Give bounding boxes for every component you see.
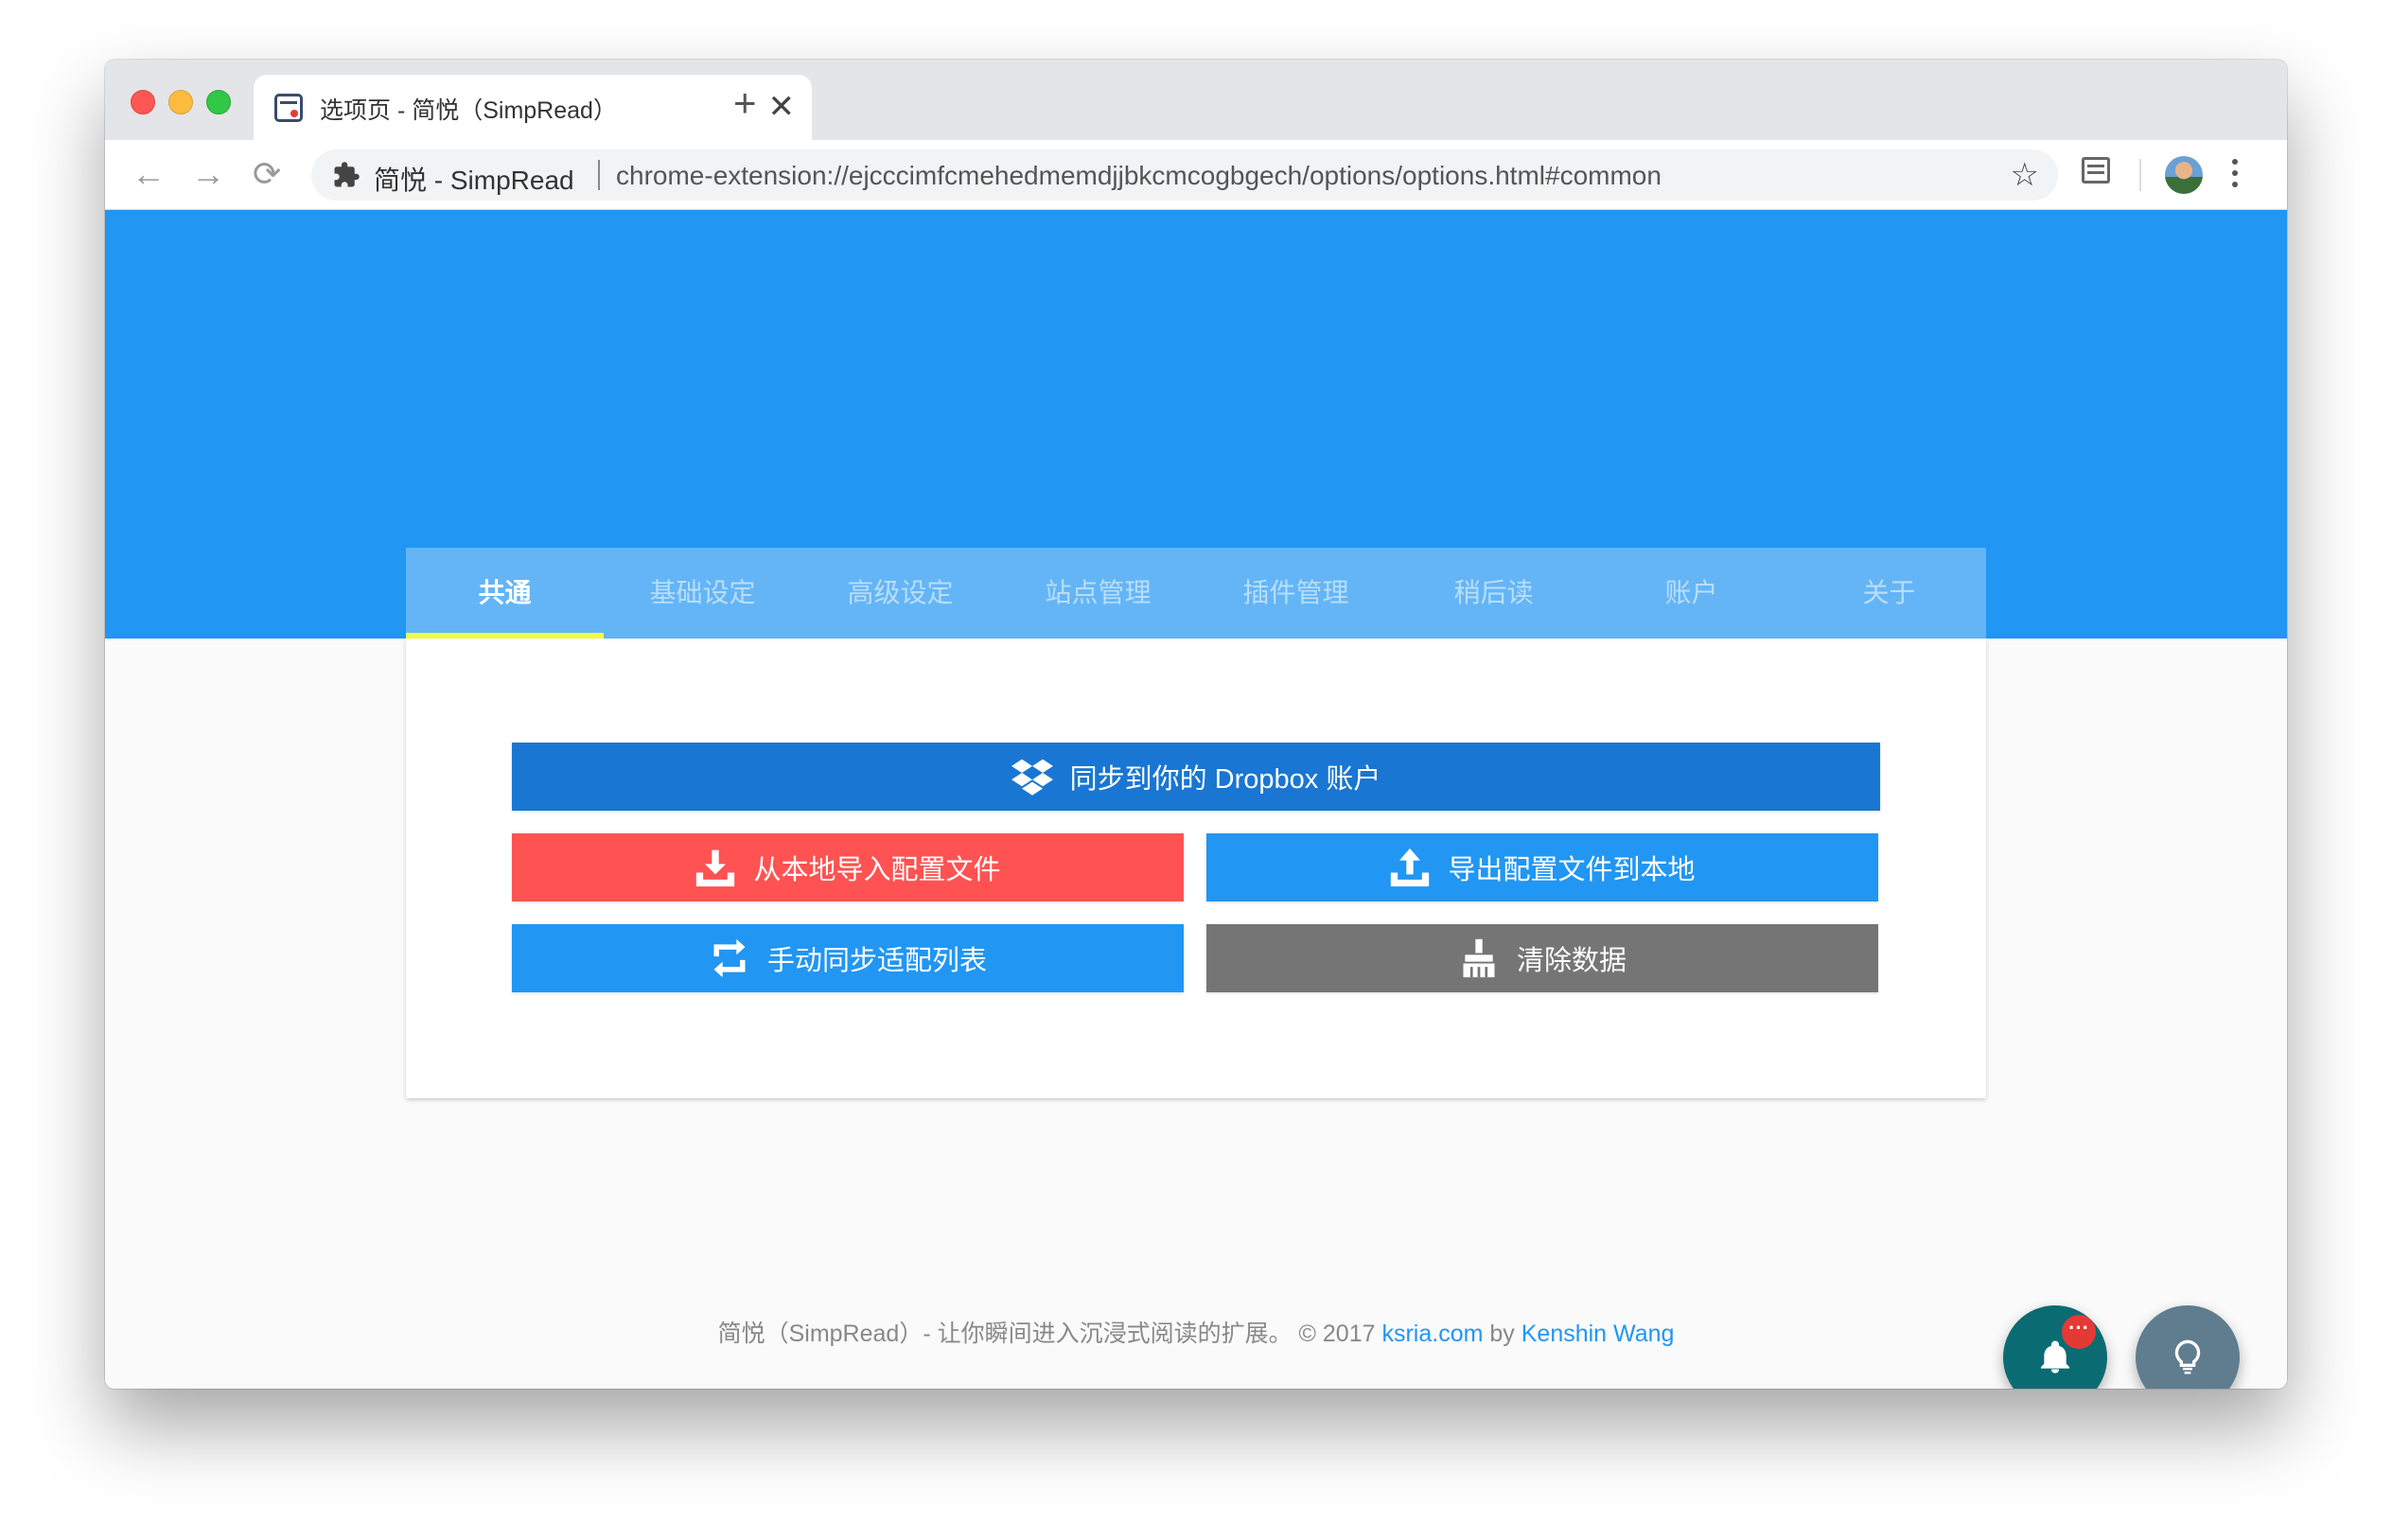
tab-common[interactable]: 共通 (406, 548, 604, 639)
clear-data-label: 清除数据 (1516, 946, 1627, 976)
tab-advanced-settings[interactable]: 高级设定 (801, 548, 999, 639)
tab-basic-settings[interactable]: 基础设定 (604, 548, 801, 639)
sync-adapter-list-button[interactable]: 手动同步适配列表 (512, 924, 1184, 992)
reload-button[interactable]: ⟳ (253, 153, 281, 195)
import-config-button[interactable]: 从本地导入配置文件 (512, 833, 1184, 901)
back-button[interactable]: ← (132, 153, 166, 195)
export-config-button[interactable]: 导出配置文件到本地 (1206, 833, 1878, 901)
options-card: 同步到你的 Dropbox 账户 从本地导入配置文件 导出配置文件到本地 手动同… (406, 639, 1986, 1098)
ksria-link[interactable]: ksria.com (1381, 1321, 1483, 1347)
export-config-label: 导出配置文件到本地 (1448, 855, 1696, 885)
author-link[interactable]: Kenshin Wang (1521, 1321, 1675, 1347)
maximize-window-button[interactable] (206, 90, 231, 114)
tab-about[interactable]: 关于 (1790, 548, 1988, 639)
extension-name: 简悦 - SimpRead (374, 166, 574, 195)
download-icon (696, 849, 735, 887)
reader-mode-icon[interactable] (2082, 157, 2110, 184)
forward-button[interactable]: → (191, 153, 225, 195)
browser-toolbar: ← → ⟳ 简悦 - SimpRead chrome-extension://e… (105, 140, 2287, 210)
tab-site-management[interactable]: 站点管理 (999, 548, 1197, 639)
sync-dropbox-button[interactable]: 同步到你的 Dropbox 账户 (512, 743, 1880, 811)
url-text[interactable]: chrome-extension://ejcccimfcmehedmemdjjb… (616, 161, 1662, 191)
close-window-button[interactable] (131, 90, 155, 114)
import-config-label: 从本地导入配置文件 (753, 855, 1001, 885)
omnibox-divider (598, 160, 600, 190)
options-tab-bar: 共通 基础设定 高级设定 站点管理 插件管理 稍后读 账户 关于 (406, 548, 1986, 639)
footer-text: 简悦（SimpRead）- 让你瞬间进入沉浸式阅读的扩展。 © 2017 (717, 1321, 1382, 1347)
browser-tab-options[interactable]: 选项页 - 简悦（SimpRead） ✕ (254, 75, 812, 140)
bookmark-star-icon[interactable]: ☆ (2011, 157, 2039, 193)
broom-icon (1463, 938, 1495, 978)
address-bar[interactable]: 简悦 - SimpRead chrome-extension://ejcccim… (311, 149, 2058, 201)
browser-menu-icon[interactable] (2232, 159, 2238, 193)
browser-window: 选项页 - 简悦（SimpRead） ✕ + ← → ⟳ 简悦 - SimpRe… (105, 60, 2287, 1389)
page-content: 共通 基础设定 高级设定 站点管理 插件管理 稍后读 账户 关于 同步到你的 D… (105, 210, 2287, 1389)
sync-adapter-list-label: 手动同步适配列表 (766, 946, 987, 976)
footer-by: by (1483, 1321, 1521, 1347)
profile-avatar[interactable] (2165, 156, 2203, 194)
tab-plugin-management[interactable]: 插件管理 (1197, 548, 1395, 639)
dropbox-icon (1011, 759, 1053, 796)
notification-badge: ··· (2062, 1315, 2096, 1349)
tab-close-icon[interactable]: ✕ (768, 88, 796, 126)
minimize-window-button[interactable] (168, 90, 193, 114)
new-tab-button[interactable]: + (733, 83, 757, 123)
simpread-favicon-icon (274, 94, 303, 122)
toolbar-divider (2139, 159, 2141, 191)
tab-account[interactable]: 账户 (1592, 548, 1790, 639)
clear-data-button[interactable]: 清除数据 (1206, 924, 1878, 992)
page-footer: 简悦（SimpRead）- 让你瞬间进入沉浸式阅读的扩展。 © 2017 ksr… (105, 1315, 2287, 1349)
tab-strip: 选项页 - 简悦（SimpRead） ✕ + (105, 60, 2287, 140)
lightbulb-icon (2174, 1339, 2201, 1374)
extension-puzzle-icon (334, 162, 360, 187)
tab-title: 选项页 - 简悦（SimpRead） (320, 97, 617, 124)
sync-icon (713, 938, 746, 978)
tab-read-later[interactable]: 稍后读 (1395, 548, 1592, 639)
sync-dropbox-label: 同步到你的 Dropbox 账户 (1069, 764, 1381, 795)
upload-icon (1391, 848, 1430, 887)
